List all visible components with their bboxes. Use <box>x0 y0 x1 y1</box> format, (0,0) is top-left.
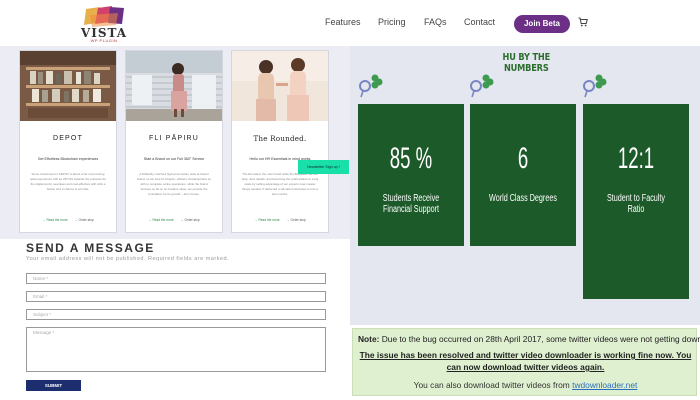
card-links: → Read the more → Order stop <box>126 218 222 222</box>
notice-resolved-text: The issue has been resolved and twitter … <box>359 350 692 372</box>
order-link[interactable]: → Order stop <box>286 218 305 222</box>
card-title: The Rounded. <box>253 135 307 143</box>
order-link[interactable]: → Order stop <box>180 218 199 222</box>
nav-pricing[interactable]: Pricing <box>378 17 406 27</box>
clover-icon <box>470 74 494 98</box>
stat-label: Student to Faculty Ratio <box>606 193 666 215</box>
read-more-link[interactable]: → Read the more <box>148 218 173 222</box>
clover-icon <box>359 74 383 98</box>
site-header: VISTA WP PLUGIN Features Pricing FAQs Co… <box>0 0 700 46</box>
notice-box: Note: Due to the bug occurred on 28th Ap… <box>352 328 700 396</box>
stat-value: 6 <box>517 142 529 175</box>
clover-icon <box>583 74 607 98</box>
product-card: The Rounded. Hello our HR Essentials in … <box>231 50 329 233</box>
notice-line: You can also download twitter videos fro… <box>413 380 638 390</box>
card-title: FLI PĀPIRU <box>148 135 200 142</box>
stat-label: World Class Degrees <box>489 193 557 204</box>
twdownloader-link[interactable]: twdownloader.net <box>572 380 637 390</box>
nav-faqs[interactable]: FAQs <box>424 17 447 27</box>
read-more-link[interactable]: → Read the more <box>254 218 279 222</box>
stat-value: 12:1 <box>617 142 655 175</box>
stat-label: Students Receive Financial Support <box>382 193 440 215</box>
form-note: Your email address will not be published… <box>26 256 230 262</box>
product-card: DEPOT Get Effortless Blockchain experien… <box>19 50 117 233</box>
card-title: DEPOT <box>52 135 84 142</box>
card-links: → Read the more → Order stop <box>20 218 116 222</box>
card-subtitle: Get Effortless Blockchain experiences <box>37 157 99 161</box>
nav-contact[interactable]: Contact <box>464 17 495 27</box>
card-description: A brilliantly matched high-end custom su… <box>136 172 212 196</box>
stat-card: 6 World Class Degrees <box>470 104 576 246</box>
name-field[interactable]: Name * <box>26 273 326 284</box>
read-more-link[interactable]: → Read the more <box>42 218 67 222</box>
form-title: SEND A MESSAGE <box>26 241 155 255</box>
card-image-depot <box>20 51 116 121</box>
order-link[interactable]: → Order stop <box>74 218 93 222</box>
card-description: The Rounded, the new brand while the Bor… <box>241 172 319 196</box>
nav-features[interactable]: Features <box>325 17 361 27</box>
notice-line: Note: Due to the bug occurred on 28th Ap… <box>358 334 700 344</box>
logo-subtext: WP PLUGIN <box>90 38 118 43</box>
card-description: Some investment in DEPOT is about a list… <box>29 172 107 191</box>
message-field[interactable]: Message * <box>26 327 326 372</box>
card-image-the-rounded <box>232 51 328 121</box>
email-field[interactable]: Email * <box>26 291 326 302</box>
stats-title: HU BY THE NUMBERS <box>502 52 551 74</box>
card-links: → Read the more → Order stop <box>232 218 328 222</box>
stat-card: 85 % Students Receive Financial Support <box>358 104 464 246</box>
product-card: FLI PĀPIRU Start a Brand on our Full 360… <box>125 50 223 233</box>
card-subtitle: Start a Brand on our Full 360° Service <box>143 157 205 161</box>
submit-button[interactable]: SUBMIT <box>26 380 81 391</box>
vista-logo[interactable]: VISTA WP PLUGIN <box>80 5 128 43</box>
card-image-fli-papiru <box>126 51 222 121</box>
cart-icon[interactable] <box>578 17 588 27</box>
join-beta-button[interactable]: Join Beta <box>514 15 570 33</box>
product-cards-section: DEPOT Get Effortless Blockchain experien… <box>0 46 350 239</box>
stat-card: 12:1 Student to Faculty Ratio <box>583 104 689 299</box>
newsletter-signup-button[interactable]: Newsletter Sign up ! <box>298 160 349 174</box>
subject-field[interactable]: Subject * <box>26 309 326 320</box>
stat-value: 85 % <box>389 142 433 175</box>
